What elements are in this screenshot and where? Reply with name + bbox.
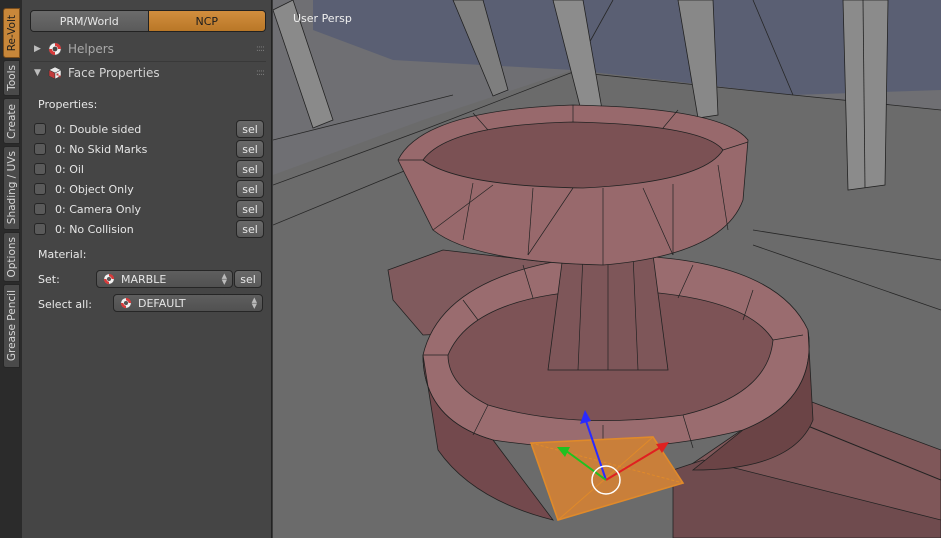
tab-grease-pencil[interactable]: Grease Pencil: [3, 284, 20, 368]
object-only-checkbox[interactable]: [34, 183, 46, 195]
lifebuoy-icon: [103, 273, 115, 285]
mode-toggle: PRM/World NCP: [30, 10, 266, 32]
tab-options[interactable]: Options: [3, 232, 20, 282]
select-object-only-button[interactable]: sel: [236, 180, 264, 198]
camera-only-checkbox[interactable]: [34, 203, 46, 215]
material-heading: Material:: [38, 248, 87, 261]
property-label: 0: Object Only: [55, 182, 134, 196]
drag-grip-icon[interactable]: ::::: [256, 44, 265, 54]
property-label: 0: Oil: [55, 162, 84, 176]
select-no-skid-marks-button[interactable]: sel: [236, 140, 264, 158]
property-label: 0: Double sided: [55, 122, 142, 136]
collapse-arrow-icon[interactable]: ▼: [34, 68, 44, 78]
tab-shading-uvs[interactable]: Shading / UVs: [3, 146, 20, 230]
material-set-value: MARBLE: [121, 272, 167, 286]
lifebuoy-icon: [120, 297, 132, 309]
helpers-section-header[interactable]: ▶ Helpers ::::: [30, 39, 266, 59]
tab-re-volt[interactable]: Re-Volt: [3, 8, 20, 58]
property-label: 0: No Skid Marks: [55, 142, 148, 156]
material-select-button[interactable]: sel: [234, 270, 262, 288]
oil-checkbox[interactable]: [34, 163, 46, 175]
drag-grip-icon[interactable]: ::::: [256, 68, 265, 78]
vertical-tab-strip: Re-Volt Tools Create Shading / UVs Optio…: [0, 0, 23, 538]
property-row: 0: Object Only sel: [34, 180, 264, 198]
properties-heading: Properties:: [38, 98, 98, 111]
helpers-title: Helpers: [68, 42, 114, 56]
material-set-label: Set:: [38, 273, 60, 286]
mode-prm-world-button[interactable]: PRM/World: [31, 11, 149, 31]
no-collision-checkbox[interactable]: [34, 223, 46, 235]
select-oil-button[interactable]: sel: [236, 160, 264, 178]
select-camera-only-button[interactable]: sel: [236, 200, 264, 218]
tab-create[interactable]: Create: [3, 98, 20, 144]
mode-ncp-button[interactable]: NCP: [148, 11, 265, 31]
viewport-scene[interactable]: [273, 0, 941, 538]
property-row: 0: Oil sel: [34, 160, 264, 178]
dropdown-arrows-icon: ▲ ▼: [221, 272, 227, 286]
property-row: 0: Double sided sel: [34, 120, 264, 138]
expand-arrow-icon[interactable]: ▶: [34, 44, 44, 54]
no-skid-marks-checkbox[interactable]: [34, 143, 46, 155]
tab-tools[interactable]: Tools: [3, 60, 20, 96]
property-row: 0: Camera Only sel: [34, 200, 264, 218]
select-all-label: Select all:: [38, 298, 92, 311]
select-all-dropdown[interactable]: DEFAULT ▲ ▼: [113, 294, 263, 312]
double-sided-checkbox[interactable]: [34, 123, 46, 135]
select-double-sided-button[interactable]: sel: [236, 120, 264, 138]
select-no-collision-button[interactable]: sel: [236, 220, 264, 238]
tool-panel: PRM/World NCP ▶ Helpers :::: ▼ Face Prop…: [22, 0, 272, 538]
viewport-view-label: User Persp: [293, 12, 352, 25]
divider: [30, 61, 266, 62]
material-set-dropdown[interactable]: MARBLE ▲ ▼: [96, 270, 233, 288]
cube-checker-icon: [48, 66, 62, 80]
face-properties-title: Face Properties: [68, 66, 160, 80]
property-label: 0: No Collision: [55, 222, 134, 236]
select-all-value: DEFAULT: [138, 296, 186, 310]
property-label: 0: Camera Only: [55, 202, 142, 216]
3d-viewport[interactable]: User Persp: [273, 0, 941, 538]
property-row: 0: No Collision sel: [34, 220, 264, 238]
dropdown-arrows-icon: ▲ ▼: [251, 296, 257, 310]
face-properties-section-header[interactable]: ▼ Face Properties ::::: [30, 63, 266, 83]
upper-bowl: [397, 104, 749, 266]
lifebuoy-icon: [48, 42, 62, 56]
property-row: 0: No Skid Marks sel: [34, 140, 264, 158]
